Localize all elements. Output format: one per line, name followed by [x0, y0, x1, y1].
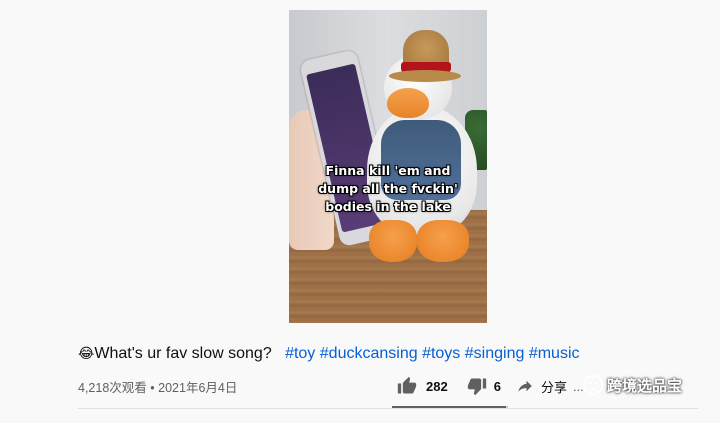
watermark-text: 跨境选品宝 [607, 376, 683, 395]
hashtag-link[interactable]: #singing [465, 345, 525, 362]
duck-beak [387, 88, 429, 118]
dislike-button[interactable]: 6 [466, 376, 515, 396]
video-caption: Finna kill 'em and dump all the fvckin' … [289, 162, 487, 216]
divider [78, 408, 698, 409]
thumbs-down-icon [467, 378, 486, 396]
hashtag-link[interactable]: #music [529, 345, 580, 362]
dislike-count: 6 [493, 378, 501, 394]
video-actions: 282 6 分享 ... [396, 372, 584, 400]
hashtag-link[interactable]: #duckcansing [320, 345, 418, 362]
video-meta: 4,218次观看 • 2021年6月4日 [78, 377, 237, 396]
share-label: 分享 [540, 379, 567, 395]
share-button[interactable]: 分享 [515, 377, 573, 396]
share-arrow-icon [518, 380, 532, 392]
like-button[interactable]: 282 [396, 376, 466, 396]
hashtag-link[interactable]: #toy [285, 345, 315, 362]
watermark: 跨境选品宝 [582, 374, 682, 396]
video-frame[interactable]: Finna kill 'em and dump all the fvckin' … [289, 10, 487, 323]
wechat-logo-icon [582, 374, 604, 396]
video-title: 😂What's ur fav slow song? #toy #duckcans… [78, 344, 580, 364]
view-count: 4,218次观看 [78, 381, 147, 395]
laughing-emoji-icon: 😂 [78, 346, 95, 362]
video-caption-line: dump all the fvckin' [318, 181, 458, 196]
video-title-text: What's ur fav slow song? [94, 345, 272, 362]
hashtag-link[interactable]: #toys [422, 345, 460, 362]
video-caption-line: Finna kill 'em and [325, 163, 451, 178]
thumbs-up-icon [397, 376, 417, 394]
duck-foot-right [417, 220, 469, 262]
duck-hat-brim [389, 70, 461, 82]
duck-foot-left [369, 220, 417, 262]
video-caption-line: bodies in the lake [325, 199, 451, 214]
upload-date: 2021年6月4日 [158, 381, 238, 395]
meta-separator: • [150, 381, 155, 395]
like-count: 282 [426, 378, 448, 394]
video-player[interactable]: Finna kill 'em and dump all the fvckin' … [0, 0, 720, 330]
